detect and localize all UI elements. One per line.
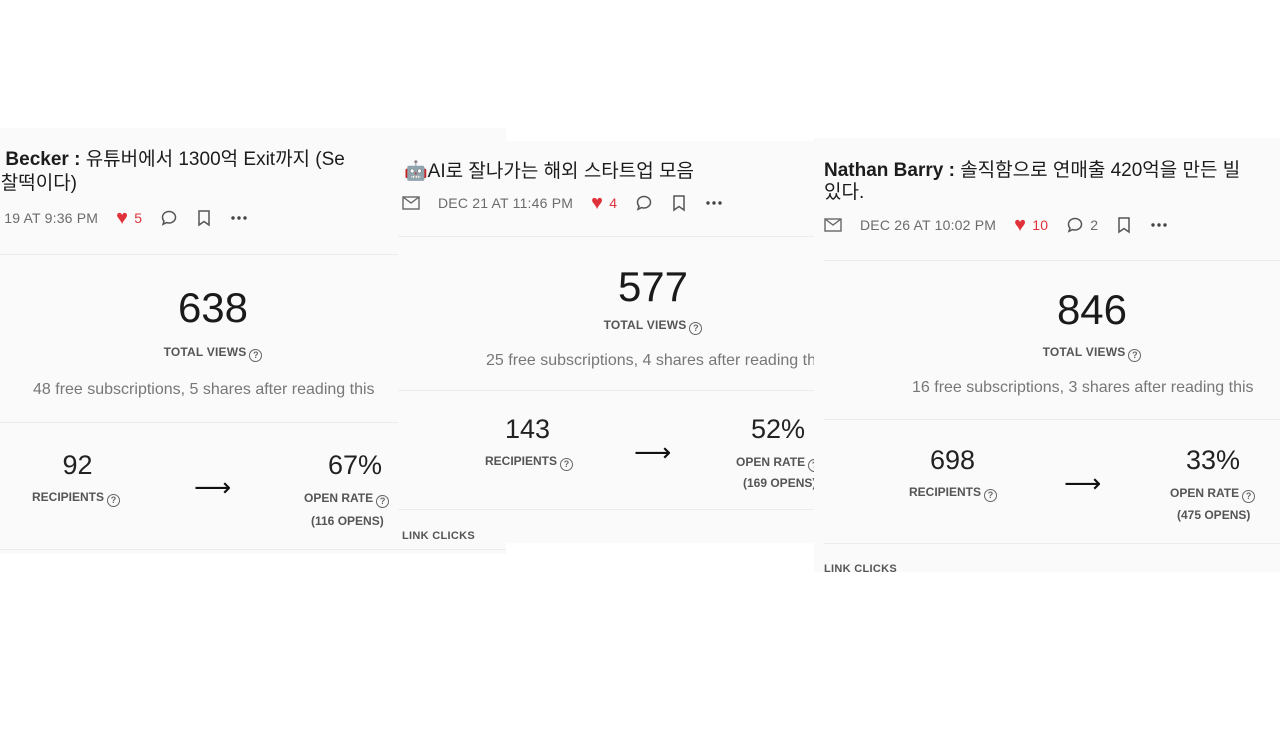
help-icon[interactable]: ?	[107, 494, 121, 507]
divider	[398, 390, 814, 391]
post-date: DEC 19 AT 9:36 PM	[0, 210, 99, 226]
total-views-label-text: TOTAL VIEWS	[163, 345, 247, 359]
opens-count: (116 OPENS)	[311, 514, 384, 528]
help-icon[interactable]: ?	[689, 322, 703, 335]
help-icon[interactable]: ?	[249, 349, 263, 362]
comment-icon[interactable]	[635, 194, 653, 212]
like-button[interactable]: ♥ 5	[116, 208, 142, 228]
like-count: 5	[134, 210, 143, 226]
open-rate-label-text: OPEN RATE	[304, 491, 374, 505]
post-title-line2: 는 찰떡이다)	[0, 173, 78, 194]
mail-icon	[824, 218, 842, 232]
post-meta: DEC 26 AT 10:02 PM ♥ 10 2	[824, 215, 1168, 235]
divider	[824, 260, 1280, 261]
comment-icon	[1066, 216, 1084, 234]
divider	[398, 236, 814, 237]
subscriptions-note: 16 free subscriptions, 3 shares after re…	[912, 379, 1254, 396]
more-icon[interactable]	[1150, 222, 1168, 228]
help-icon[interactable]: ?	[376, 495, 390, 508]
like-count: 4	[609, 195, 618, 211]
robot-icon: 🤖	[404, 161, 428, 182]
link-clicks-label: LINK CLICKS	[402, 530, 475, 542]
total-views-label: TOTAL VIEWS?	[982, 345, 1202, 362]
comment-count: 2	[1090, 217, 1099, 233]
divider	[0, 549, 506, 550]
recipients-label-text: RECIPIENTS	[909, 485, 982, 499]
post-meta: DEC 21 AT 11:46 PM ♥ 4	[402, 193, 723, 213]
help-icon[interactable]: ?	[984, 489, 998, 502]
open-rate-value: 67%	[327, 450, 383, 480]
total-views-label-text: TOTAL VIEWS	[603, 318, 687, 332]
bookmark-icon[interactable]	[196, 209, 212, 227]
open-rate-value: 33%	[1185, 445, 1241, 475]
help-icon[interactable]: ?	[1242, 490, 1256, 503]
bookmark-icon[interactable]	[671, 194, 687, 212]
more-icon[interactable]	[230, 215, 248, 221]
recipients-value: 92	[62, 450, 93, 480]
heart-icon: ♥	[1014, 214, 1027, 236]
heart-icon: ♥	[116, 207, 129, 229]
arrow-right-icon: ⟶	[1064, 468, 1102, 498]
like-count: 10	[1032, 217, 1049, 233]
arrow-right-icon: ⟶	[194, 472, 232, 502]
opens-count: (475 OPENS)	[1177, 508, 1251, 522]
total-views-label: TOTAL VIEWS?	[103, 345, 323, 362]
post-date: DEC 21 AT 11:46 PM	[438, 195, 574, 211]
like-button[interactable]: ♥ 4	[591, 193, 617, 213]
post-meta: DEC 19 AT 9:36 PM ♥5	[0, 208, 248, 228]
recipients-value: 698	[929, 445, 976, 475]
total-views-label: TOTAL VIEWS?	[543, 318, 763, 335]
total-views-value: 577	[617, 263, 689, 310]
total-views-value: 638	[177, 284, 249, 331]
post-title-text: 유튜버에서 1300억 Exit까지 (Se	[85, 149, 345, 170]
post-date: DEC 26 AT 10:02 PM	[860, 217, 997, 233]
open-rate-value: 52%	[750, 414, 806, 444]
open-rate-label: OPEN RATE?	[1170, 486, 1256, 503]
comment-icon[interactable]	[160, 209, 178, 227]
post-title[interactable]: Nathan Barry : 솔직함으로 연매출 420억을 만든 빌	[824, 160, 1240, 182]
heart-icon: ♥	[591, 192, 604, 214]
recipients-label: RECIPIENTS?	[909, 485, 998, 502]
arrow-right-icon: ⟶	[634, 437, 672, 467]
divider	[398, 509, 814, 510]
recipients-label: RECIPIENTS?	[32, 490, 121, 507]
post-title[interactable]: 🤖AI로 잘나가는 해외 스타트업 모음	[404, 161, 694, 183]
subscriptions-note: 48 free subscriptions, 5 shares after re…	[33, 381, 375, 398]
divider	[824, 543, 1280, 544]
comment-button[interactable]: 2	[1066, 216, 1098, 234]
post-title-author: Alex Becker :	[0, 149, 81, 170]
like-button[interactable]: ♥ 10	[1014, 215, 1048, 235]
mail-icon	[402, 196, 420, 210]
help-icon[interactable]: ?	[560, 458, 574, 471]
post-title-text: AI로 잘나가는 해외 스타트업 모음	[427, 161, 694, 182]
open-rate-label: OPEN RATE?	[736, 455, 814, 472]
post-title-text: 솔직함으로 연매출 420억을 만든 빌	[960, 160, 1241, 181]
open-rate-label-text: OPEN RATE	[1170, 486, 1240, 500]
subscriptions-note: 25 free subscriptions, 4 shares after re…	[486, 352, 814, 369]
recipients-label-text: RECIPIENTS	[485, 454, 558, 468]
open-rate-label: OPEN RATE?	[304, 491, 390, 508]
total-views-label-text: TOTAL VIEWS	[1042, 345, 1126, 359]
total-views-value: 846	[1056, 286, 1128, 333]
bookmark-icon[interactable]	[1116, 216, 1132, 234]
divider	[824, 419, 1280, 420]
link-clicks-label: LINK CLICKS	[824, 563, 897, 572]
post-stats-panel-2: 🤖AI로 잘나가는 해외 스타트업 모음 DEC 21 AT 11:46 PM …	[398, 141, 814, 543]
post-title-line2: 있다.	[824, 182, 865, 203]
post-stats-panel-3: Nathan Barry : 솔직함으로 연매출 420억을 만든 빌 있다. …	[814, 138, 1280, 572]
recipients-label: RECIPIENTS?	[485, 454, 574, 471]
recipients-label-text: RECIPIENTS	[32, 490, 105, 504]
recipients-value: 143	[504, 414, 551, 444]
help-icon[interactable]: ?	[1128, 349, 1142, 362]
post-title[interactable]: Alex Becker : 유튜버에서 1300억 Exit까지 (Se	[0, 149, 345, 171]
post-title-author: Nathan Barry :	[824, 160, 961, 181]
more-icon[interactable]	[705, 200, 723, 206]
open-rate-label-text: OPEN RATE	[736, 455, 806, 469]
opens-count: (169 OPENS)	[743, 476, 814, 490]
